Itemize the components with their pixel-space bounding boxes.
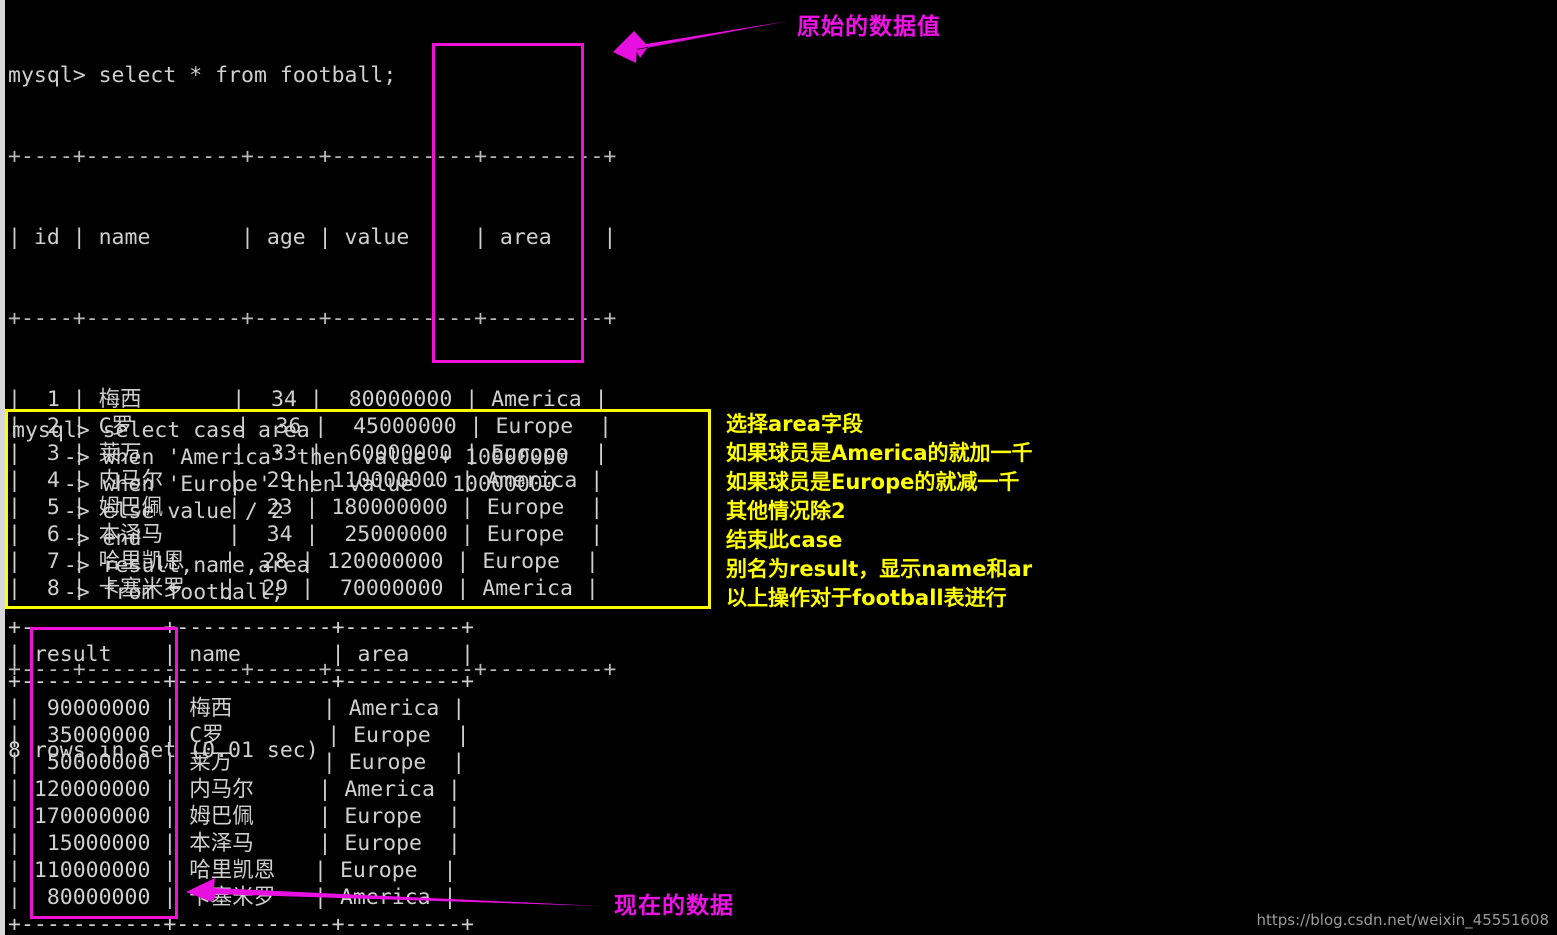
table-row: | 1 | 梅西 | 34 | 80000000 | America | bbox=[8, 387, 608, 412]
explanation-line-3: 其他情况除2 bbox=[726, 499, 846, 523]
explanation-line-2: 如果球员是Europe的就减一千 bbox=[726, 470, 1020, 494]
sql-line-3: -> else value / 2 bbox=[12, 499, 284, 524]
table2-header-border: +-----------+------------+---------+ bbox=[8, 669, 474, 694]
explanation-line-4: 结束此case bbox=[726, 528, 843, 552]
table2-header-row: | result | name | area | bbox=[8, 642, 474, 667]
table2-top-border: +-----------+------------+---------+ bbox=[8, 615, 474, 640]
table-row: | 35000000 | C罗 | Europe | bbox=[8, 723, 470, 748]
sql-line-2: -> when 'Europe' then value - 10000000 bbox=[12, 472, 556, 497]
table1-header-row: | id | name | age | value | area | bbox=[8, 225, 617, 250]
sql-query-block: mysql> select case area -> when 'America… bbox=[12, 417, 569, 606]
table-row: | 80000000 | 卡塞米罗 | America | bbox=[8, 885, 457, 910]
sql-line-6: -> from football; bbox=[12, 580, 284, 605]
terminal-screenshot: mysql> select * from football; +----+---… bbox=[0, 0, 1557, 935]
sql-line-1: -> when 'America' then value + 10000000 bbox=[12, 445, 569, 470]
table-row: | 15000000 | 本泽马 | Europe | bbox=[8, 831, 461, 856]
explanation-line-5: 别名为result，显示name和ar bbox=[726, 557, 1033, 581]
annotation-original-values: 原始的数据值 bbox=[797, 14, 941, 40]
sql-line-4: -> end bbox=[12, 526, 142, 551]
table2-bottom-border: +-----------+------------+---------+ bbox=[8, 912, 474, 935]
left-edge-strip bbox=[0, 0, 5, 935]
mysql-prompt-select-all: mysql> select * from football; bbox=[8, 63, 397, 88]
table-row: | 110000000 | 哈里凯恩 | Europe | bbox=[8, 858, 457, 883]
table-row: | 50000000 | 莱万 | Europe | bbox=[8, 750, 466, 775]
table-row: | 120000000 | 内马尔 | America | bbox=[8, 777, 461, 802]
explanation-line-0: 选择area字段 bbox=[726, 412, 863, 436]
explanation-line-6: 以上操作对于football表进行 bbox=[726, 586, 1007, 610]
sql-line-0: mysql> select case area bbox=[12, 418, 310, 443]
terminal-output-bottom: +-----------+------------+---------+ | re… bbox=[8, 614, 474, 935]
explanation-line-1: 如果球员是America的就加一千 bbox=[726, 441, 1033, 465]
table-row: | 90000000 | 梅西 | America | bbox=[8, 696, 466, 721]
annotation-current-values: 现在的数据 bbox=[614, 893, 734, 919]
table-row: | 170000000 | 姆巴佩 | Europe | bbox=[8, 804, 461, 829]
sql-line-5: -> result,name,area bbox=[12, 553, 310, 578]
watermark-url: https://blog.csdn.net/weixin_45551608 bbox=[1256, 911, 1549, 929]
annotation-query-explanation: 选择area字段如果球员是America的就加一千 如果球员是Europe的就减一… bbox=[726, 410, 1033, 613]
table1-header-border: +----+------------+-----+-----------+---… bbox=[8, 306, 617, 331]
table1-top-border: +----+------------+-----+-----------+---… bbox=[8, 144, 617, 169]
